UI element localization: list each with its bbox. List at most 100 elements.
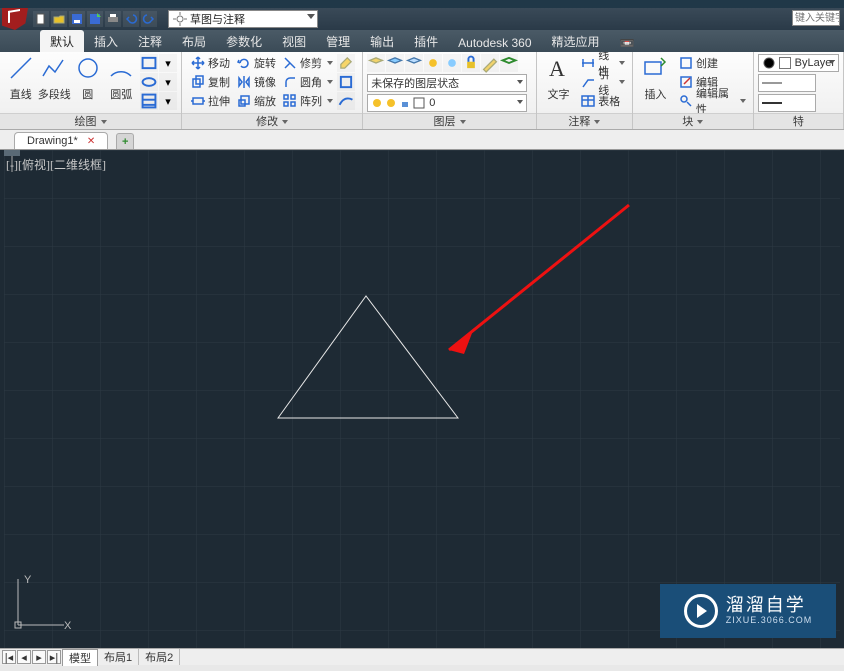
linetype-selector[interactable] [758,74,816,92]
layout-nav-last[interactable]: ▸| [47,650,61,664]
rotate-tool[interactable]: 旋转 [234,54,279,72]
chevron-down-icon [517,80,523,84]
tab-a360[interactable]: Autodesk 360 [448,33,541,52]
panel-block-title: 块 [682,114,693,130]
leader-tool[interactable]: 引线 [578,73,628,91]
redo-icon[interactable] [141,11,157,27]
layer-freeze-icon[interactable] [443,54,461,72]
watermark: 溜溜自学 ZIXUE.3066.COM [660,584,836,638]
rectangle-icon[interactable] [140,54,158,72]
scale-tool[interactable]: 缩放 [234,92,279,110]
insert-block-tool[interactable]: 插入 [637,54,674,102]
color-selector[interactable]: ByLayer [758,54,839,72]
layer-off-icon[interactable] [424,54,442,72]
plot-icon[interactable] [105,11,121,27]
undo-icon[interactable] [123,11,139,27]
line-tool[interactable]: 直线 [4,54,38,102]
array-tool[interactable]: 阵列 [280,92,336,110]
open-icon[interactable] [51,11,67,27]
tab-param[interactable]: 参数化 [216,30,272,52]
stretch-tool[interactable]: 拉伸 [188,92,233,110]
current-layer-name: 0 [429,97,435,109]
layout-tab-layout1[interactable]: 布局1 [98,649,139,665]
chevron-down-icon[interactable] [460,120,466,124]
tab-view[interactable]: 视图 [272,30,316,52]
circle-label: 圆 [71,86,105,102]
mirror-tool[interactable]: 镜像 [234,73,279,91]
hatch-icon[interactable] [140,92,158,110]
layer-props-icon[interactable] [367,54,385,72]
tab-default[interactable]: 默认 [40,30,84,52]
text-label: 文字 [541,86,576,102]
layer-state-label: 未保存的图层状态 [371,75,459,91]
circle-tool[interactable]: 圆 [71,54,105,102]
panel-draw-title: 绘图 [75,114,97,130]
chevron-down-icon[interactable] [697,120,703,124]
arc-label: 圆弧 [105,86,139,102]
layer-match-icon[interactable] [481,54,499,72]
trim-tool[interactable]: 修剪 [280,54,336,72]
create-block-tool[interactable]: 创建 [676,54,749,72]
move-tool[interactable]: 移动 [188,54,233,72]
polyline-label: 多段线 [38,86,72,102]
workspace-label: 草图与注释 [190,11,245,27]
ellipse-icon[interactable] [140,73,158,91]
layer-state-selector[interactable]: 未保存的图层状态 [367,74,527,92]
polyline-tool[interactable]: 多段线 [38,54,72,102]
chevron-down-icon [829,60,835,64]
chevron-down-icon[interactable] [594,120,600,124]
tab-output[interactable]: 输出 [360,30,404,52]
tab-extra[interactable]: 📼 [610,33,630,52]
tab-featured[interactable]: 精选应用 [542,30,610,52]
play-icon [684,594,718,628]
copy-tool[interactable]: 复制 [188,73,233,91]
close-icon[interactable]: ✕ [87,136,95,147]
layer-more-icon[interactable] [500,54,518,72]
layer-iso-icon[interactable] [405,54,423,72]
drawing-canvas[interactable]: [-][俯视][二维线框] Y X 溜溜自学 ZIXUE.3066.COM [0,150,844,648]
erase-icon[interactable] [337,54,355,72]
panel-layers-title: 图层 [434,114,456,130]
layout-tab-layout2[interactable]: 布局2 [139,649,180,665]
layer-lock-icon[interactable] [462,54,480,72]
table-tool[interactable]: 表格 [578,92,628,110]
app-icon[interactable] [2,8,28,30]
layout-nav-first[interactable]: |◂ [2,650,16,664]
ellipse-dropdown-icon[interactable]: ▾ [159,73,177,91]
chevron-down-icon[interactable] [101,120,107,124]
search-input[interactable] [792,10,840,26]
layer-states-icon[interactable] [386,54,404,72]
svg-text:Y: Y [24,574,32,586]
edit-attr-tool[interactable]: 编辑属性 [676,92,749,110]
tab-annotate[interactable]: 注释 [128,30,172,52]
tab-manage[interactable]: 管理 [316,30,360,52]
view-control-label[interactable]: [-][俯视][二维线框] [6,156,106,173]
chevron-down-icon[interactable] [282,120,288,124]
layout-nav-next[interactable]: ▸ [32,650,46,664]
arc-tool[interactable]: 圆弧 [105,54,139,102]
offset-icon[interactable] [337,92,355,110]
saveas-icon[interactable] [87,11,103,27]
lineweight-selector[interactable] [758,94,816,112]
workspace-selector[interactable]: 草图与注释 [168,10,318,28]
tab-addins[interactable]: 插件 [404,30,448,52]
layout-tab-model[interactable]: 模型 [62,649,98,666]
insert-label: 插入 [637,86,674,102]
rect-dropdown-icon[interactable]: ▾ [159,54,177,72]
chevron-down-icon [517,100,523,104]
tab-insert[interactable]: 插入 [84,30,128,52]
explode-icon[interactable] [337,73,355,91]
file-tab-label: Drawing1* [27,135,78,147]
tab-layout[interactable]: 布局 [172,30,216,52]
layout-nav-prev[interactable]: ◂ [17,650,31,664]
text-tool[interactable]: A 文字 [541,54,576,102]
watermark-main: 溜溜自学 [726,596,813,616]
file-tab-drawing1[interactable]: Drawing1* ✕ [14,132,108,149]
new-drawing-tab[interactable]: + [116,133,134,149]
hatch-dropdown-icon[interactable]: ▾ [159,92,177,110]
chevron-down-icon [307,14,315,19]
new-icon[interactable] [33,11,49,27]
fillet-tool[interactable]: 圆角 [280,73,336,91]
save-icon[interactable] [69,11,85,27]
current-layer-selector[interactable]: 0 [367,94,527,112]
